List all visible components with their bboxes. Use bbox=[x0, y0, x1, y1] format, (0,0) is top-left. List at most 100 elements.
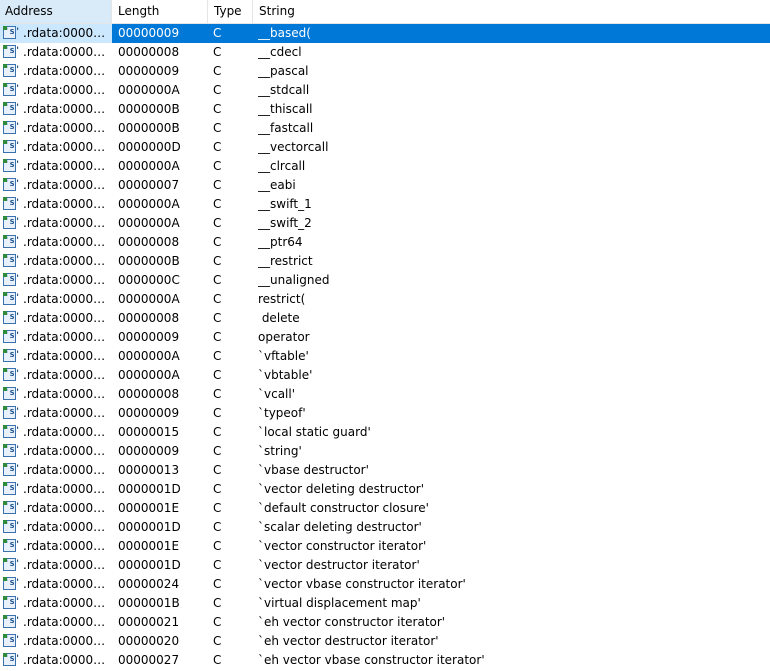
address-cell[interactable]: 's' .rdata:000000... bbox=[0, 290, 112, 309]
address-text: .rdata:000000... bbox=[23, 235, 111, 249]
address-cell[interactable]: 's' .rdata:000000... bbox=[0, 328, 112, 347]
address-cell[interactable]: 's' .rdata:000000... bbox=[0, 233, 112, 252]
address-cell[interactable]: 's' .rdata:000000... bbox=[0, 119, 112, 138]
address-cell[interactable]: 's' .rdata:000000... bbox=[0, 594, 112, 613]
table-row[interactable]: 's' .rdata:000000... 0000001D C `vector dele… bbox=[0, 480, 770, 499]
type-cell: C bbox=[213, 140, 222, 154]
table-row[interactable]: 's' .rdata:000000... 00000015 C `local stati… bbox=[0, 423, 770, 442]
length-cell: 00000024 bbox=[118, 577, 180, 591]
string-cell: __cdecl bbox=[258, 45, 302, 59]
table-row[interactable]: 's' .rdata:000000... 00000008 C `vcall' bbox=[0, 385, 770, 404]
type-cell: C bbox=[213, 558, 222, 572]
table-row[interactable]: 's' .rdata:000000... 00000024 C `vector vbas… bbox=[0, 575, 770, 594]
address-cell[interactable]: 's' .rdata:000000... bbox=[0, 214, 112, 233]
table-row[interactable]: 's' .rdata:000000... 0000000A C __swift_2 bbox=[0, 214, 770, 233]
address-cell[interactable]: 's' .rdata:000000... bbox=[0, 176, 112, 195]
table-row[interactable]: 's' .rdata:000000... 00000009 C __pascal bbox=[0, 62, 770, 81]
table-row[interactable]: 's' .rdata:000000... 00000008 C delete bbox=[0, 309, 770, 328]
table-row[interactable]: 's' .rdata:000000... 0000001B C `virtual dis… bbox=[0, 594, 770, 613]
table-row[interactable]: 's' .rdata:000000... 00000008 C __ptr64 bbox=[0, 233, 770, 252]
address-cell[interactable]: 's' .rdata:000000... bbox=[0, 347, 112, 366]
strings-table: Address Length Type String 's' .rdata:000… bbox=[0, 0, 770, 671]
string-cell: __restrict bbox=[258, 254, 313, 268]
address-cell[interactable]: 's' .rdata:000000... bbox=[0, 423, 112, 442]
table-row[interactable]: 's' .rdata:000000... 00000007 C __eabi bbox=[0, 176, 770, 195]
table-row[interactable]: 's' .rdata:000000... 00000009 C `typeof' bbox=[0, 404, 770, 423]
table-row[interactable]: 's' .rdata:000000... 0000001E C `default con… bbox=[0, 499, 770, 518]
address-cell[interactable]: 's' .rdata:000000... bbox=[0, 271, 112, 290]
type-cell: C bbox=[213, 463, 222, 477]
table-row[interactable]: 's' .rdata:000000... 0000000A Crestrict( bbox=[0, 290, 770, 309]
address-cell[interactable]: 's' .rdata:000000... bbox=[0, 385, 112, 404]
address-cell[interactable]: 's' .rdata:000000... bbox=[0, 480, 112, 499]
table-row[interactable]: 's' .rdata:000000... 0000000A C `vbtable' bbox=[0, 366, 770, 385]
table-row[interactable]: 's' .rdata:000000... 0000001D C `scalar dele… bbox=[0, 518, 770, 537]
string-item-icon: 's' bbox=[3, 653, 21, 666]
table-row[interactable]: 's' .rdata:000000... 0000000B C __thiscall bbox=[0, 100, 770, 119]
type-cell: C bbox=[213, 577, 222, 591]
table-row[interactable]: 's' .rdata:000000... 0000000A C __stdcall bbox=[0, 81, 770, 100]
table-row[interactable]: 's' .rdata:000000... 00000021 C `eh vector c… bbox=[0, 613, 770, 632]
address-cell[interactable]: 's' .rdata:000000... bbox=[0, 138, 112, 157]
address-text: .rdata:000000... bbox=[23, 311, 111, 325]
string-cell: __swift_2 bbox=[258, 216, 312, 230]
column-header-string[interactable]: String bbox=[254, 0, 770, 23]
address-cell[interactable]: 's' .rdata:000000... bbox=[0, 518, 112, 537]
type-cell: C bbox=[213, 102, 222, 116]
string-cell: `virtual displacement map' bbox=[258, 596, 421, 610]
column-header-length[interactable]: Length bbox=[113, 0, 208, 23]
address-cell[interactable]: 's' .rdata:000000... bbox=[0, 404, 112, 423]
column-header-address[interactable]: Address bbox=[0, 0, 112, 23]
address-cell[interactable]: 's' .rdata:000000... bbox=[0, 62, 112, 81]
address-cell[interactable]: 's' .rdata:000000... bbox=[0, 43, 112, 62]
address-cell[interactable]: 's' .rdata:000000... bbox=[0, 556, 112, 575]
address-text: .rdata:000000... bbox=[23, 501, 111, 515]
address-text: .rdata:000000... bbox=[23, 520, 111, 534]
type-cell: C bbox=[213, 425, 222, 439]
table-row[interactable]: 's' .rdata:000000... 0000000B C __fastcall bbox=[0, 119, 770, 138]
table-row[interactable]: 's' .rdata:000000... 0000000C C __unaligned bbox=[0, 271, 770, 290]
address-text: .rdata:000000... bbox=[23, 159, 111, 173]
address-cell[interactable]: 's' .rdata:000000... bbox=[0, 613, 112, 632]
table-row[interactable]: 's' .rdata:000000... 00000027 C `eh vector v… bbox=[0, 651, 770, 670]
address-cell[interactable]: 's' .rdata:000000... bbox=[0, 461, 112, 480]
table-row[interactable]: 's' .rdata:000000... 0000000D C __vectorcall bbox=[0, 138, 770, 157]
address-cell[interactable]: 's' .rdata:000000... bbox=[0, 252, 112, 271]
address-cell[interactable]: 's' .rdata:000000... bbox=[0, 651, 112, 670]
address-text: .rdata:000000... bbox=[23, 83, 111, 97]
table-row[interactable]: 's' .rdata:000000... 0000001D C `vector dest… bbox=[0, 556, 770, 575]
address-text: .rdata:000000... bbox=[23, 444, 111, 458]
table-row[interactable]: 's' .rdata:000000... 0000000B C __restrict bbox=[0, 252, 770, 271]
address-cell[interactable]: 's' .rdata:000000... bbox=[0, 632, 112, 651]
address-cell[interactable]: 's' .rdata:000000... bbox=[0, 537, 112, 556]
type-cell: C bbox=[213, 235, 222, 249]
table-row[interactable]: 's' .rdata:000000... 0000000A C __swift_1 bbox=[0, 195, 770, 214]
table-row[interactable]: 's' .rdata:000000... 00000013 C `vbase destr… bbox=[0, 461, 770, 480]
address-cell[interactable]: 's' .rdata:000000... bbox=[0, 157, 112, 176]
address-cell[interactable]: 's' .rdata:000000... bbox=[0, 195, 112, 214]
length-cell: 00000009 bbox=[118, 330, 180, 344]
table-row[interactable]: 's' .rdata:000000... 00000020 C `eh vector d… bbox=[0, 632, 770, 651]
address-cell[interactable]: 's' .rdata:000000... bbox=[0, 499, 112, 518]
string-item-icon: 's' bbox=[3, 539, 21, 552]
table-row[interactable]: 's' .rdata:000000... 0000000A C __clrcall bbox=[0, 157, 770, 176]
column-header-type[interactable]: Type bbox=[209, 0, 253, 23]
address-cell[interactable]: 's' .rdata:000000... bbox=[0, 575, 112, 594]
type-cell: C bbox=[213, 444, 222, 458]
length-cell: 0000000A bbox=[118, 197, 180, 211]
address-cell[interactable]: 's' .rdata:000000... bbox=[0, 366, 112, 385]
table-row[interactable]: 's' .rdata:000000... 0000001E C `vector cons… bbox=[0, 537, 770, 556]
address-cell[interactable]: 's' .rdata:000000... bbox=[0, 309, 112, 328]
table-row[interactable]: 's' .rdata:000000... 00000008 C __cdecl bbox=[0, 43, 770, 62]
table-row[interactable]: 's' .rdata:000000... 0000000A C `vftable' bbox=[0, 347, 770, 366]
string-item-icon: 's' bbox=[3, 596, 21, 609]
address-cell[interactable]: 's' .rdata:000000... bbox=[0, 100, 112, 119]
table-row[interactable]: 's' .rdata:000000... 00000009 C `string' bbox=[0, 442, 770, 461]
table-row[interactable]: 's' .rdata:000000... 00000009 Coperator bbox=[0, 328, 770, 347]
length-cell: 00000013 bbox=[118, 463, 180, 477]
address-cell[interactable]: 's' .rdata:000000... bbox=[0, 81, 112, 100]
table-row[interactable]: 's' .rdata:000000... 00000009 C __based( bbox=[0, 24, 770, 43]
address-cell[interactable]: 's' .rdata:000000... bbox=[0, 442, 112, 461]
length-cell: 0000001E bbox=[118, 501, 180, 515]
address-cell[interactable]: 's' .rdata:000000... bbox=[0, 24, 112, 43]
